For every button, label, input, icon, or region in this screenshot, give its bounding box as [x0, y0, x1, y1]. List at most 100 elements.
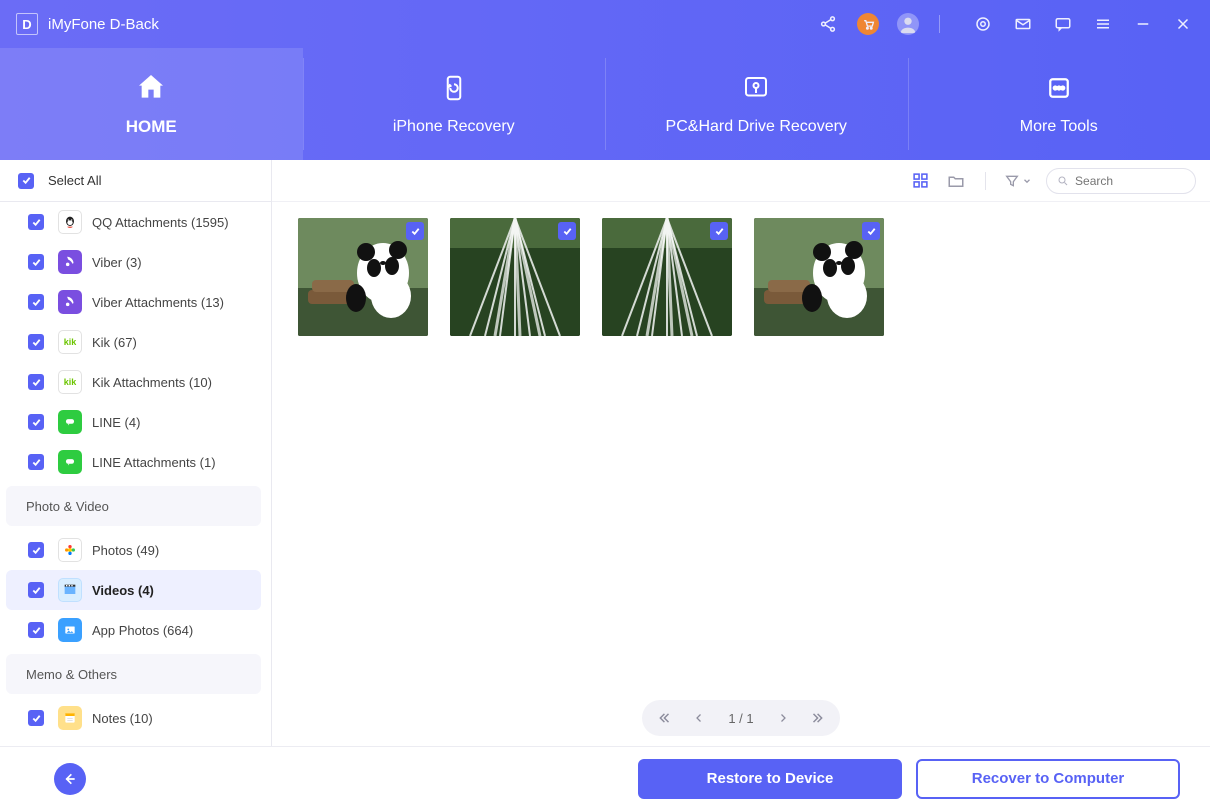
- sidebar-item-icon: kik: [58, 370, 82, 394]
- nav-tab-label: PC&Hard Drive Recovery: [666, 118, 847, 136]
- close-icon[interactable]: [1172, 13, 1194, 35]
- video-thumbnail[interactable]: [450, 218, 580, 336]
- avatar-icon[interactable]: [897, 13, 919, 35]
- sidebar-item-label: Kik (67): [92, 335, 137, 350]
- sidebar-item-videos[interactable]: Videos (4): [6, 570, 261, 610]
- nav-tabs: HOME iPhone Recovery PC&Hard Drive Recover…: [0, 48, 1210, 160]
- sidebar-item-label: Photos (49): [92, 543, 159, 558]
- app-title: iMyFone D-Back: [48, 16, 159, 33]
- search-input[interactable]: [1075, 174, 1185, 188]
- sidebar-item-checkbox[interactable]: [28, 374, 44, 390]
- sidebar-item-checkbox[interactable]: [28, 414, 44, 430]
- recover-to-computer-button[interactable]: Recover to Computer: [916, 759, 1180, 799]
- video-thumbnail[interactable]: [602, 218, 732, 336]
- filter-icon[interactable]: [1004, 173, 1032, 189]
- main-content: 1 / 1: [272, 160, 1210, 746]
- select-all-label: Select All: [48, 173, 101, 188]
- nav-tab-home[interactable]: HOME: [0, 48, 303, 160]
- sidebar-item-checkbox[interactable]: [28, 582, 44, 598]
- sidebar-item-label: Viber (3): [92, 255, 142, 270]
- sidebar-item-icon: [58, 618, 82, 642]
- sidebar-item-line-att[interactable]: LINE Attachments (1): [6, 442, 261, 482]
- sidebar-item-icon: [58, 450, 82, 474]
- app-window: D iMyFone D-Back HOMEiPh: [0, 0, 1210, 810]
- title-bar: D iMyFone D-Back: [0, 0, 1210, 48]
- share-icon[interactable]: [817, 13, 839, 35]
- phone-refresh-icon: [438, 72, 470, 104]
- sidebar-item-notes[interactable]: Notes (10): [6, 698, 261, 738]
- sidebar-item-checkbox[interactable]: [28, 254, 44, 270]
- page-indicator: 1 / 1: [720, 711, 761, 726]
- sidebar-item-icon: [58, 290, 82, 314]
- sidebar-item-label: Viber Attachments (13): [92, 295, 224, 310]
- sidebar-item-checkbox[interactable]: [28, 214, 44, 230]
- home-icon: [135, 71, 167, 103]
- sidebar-item-icon: [58, 410, 82, 434]
- sidebar-item-photos[interactable]: Photos (49): [6, 530, 261, 570]
- sidebar-item-line[interactable]: LINE (4): [6, 402, 261, 442]
- search-box[interactable]: [1046, 168, 1196, 194]
- sidebar-item-viber[interactable]: Viber (3): [6, 242, 261, 282]
- menu-icon[interactable]: [1092, 13, 1114, 35]
- chat-icon[interactable]: [1052, 13, 1074, 35]
- footer-bar: Restore to Device Recover to Computer: [0, 746, 1210, 810]
- video-thumbnail[interactable]: [754, 218, 884, 336]
- nav-tab-label: More Tools: [1020, 118, 1098, 136]
- sidebar-item-checkbox[interactable]: [28, 334, 44, 350]
- body-area: Select All QQ Attachments (1595) Viber (3…: [0, 160, 1210, 746]
- pager: 1 / 1: [272, 690, 1210, 746]
- sidebar-item-notes-att[interactable]: Notes Attachments (17): [6, 738, 261, 746]
- sidebar-item-label: LINE (4): [92, 415, 140, 430]
- sidebar-item-kik[interactable]: kik Kik (67): [6, 322, 261, 362]
- folder-view-icon[interactable]: [945, 170, 967, 192]
- page-last-icon[interactable]: [804, 705, 830, 731]
- sidebar-item-label: Videos (4): [92, 583, 154, 598]
- nav-tab-label: HOME: [126, 117, 177, 137]
- gear-icon[interactable]: [972, 13, 994, 35]
- page-first-icon[interactable]: [652, 705, 678, 731]
- sidebar-item-checkbox[interactable]: [28, 294, 44, 310]
- thumbnail-grid: [272, 202, 1210, 690]
- select-all-row[interactable]: Select All: [0, 160, 271, 202]
- nav-tab-pc[interactable]: PC&Hard Drive Recovery: [605, 48, 908, 160]
- sidebar-item-kik-att[interactable]: kik Kik Attachments (10): [6, 362, 261, 402]
- thumbnail-checkbox[interactable]: [862, 222, 880, 240]
- sidebar-item-label: Notes (10): [92, 711, 153, 726]
- sidebar-list[interactable]: QQ Attachments (1595) Viber (3) Viber Atta…: [0, 202, 271, 746]
- sidebar-item-icon: [58, 210, 82, 234]
- sidebar: Select All QQ Attachments (1595) Viber (3…: [0, 160, 272, 746]
- sidebar-item-label: LINE Attachments (1): [92, 455, 216, 470]
- sidebar-item-icon: [58, 578, 82, 602]
- thumbnail-checkbox[interactable]: [710, 222, 728, 240]
- sidebar-item-viber-att[interactable]: Viber Attachments (13): [6, 282, 261, 322]
- page-next-icon[interactable]: [770, 705, 796, 731]
- select-all-checkbox[interactable]: [18, 173, 34, 189]
- cart-icon[interactable]: [857, 13, 879, 35]
- minimize-icon[interactable]: [1132, 13, 1154, 35]
- sidebar-item-checkbox[interactable]: [28, 710, 44, 726]
- drive-key-icon: [740, 72, 772, 104]
- restore-to-device-button[interactable]: Restore to Device: [638, 759, 902, 799]
- thumbnail-checkbox[interactable]: [558, 222, 576, 240]
- video-thumbnail[interactable]: [298, 218, 428, 336]
- sidebar-item-label: App Photos (664): [92, 623, 193, 638]
- sidebar-item-checkbox[interactable]: [28, 454, 44, 470]
- sidebar-item-app-photos[interactable]: App Photos (664): [6, 610, 261, 650]
- mail-icon[interactable]: [1012, 13, 1034, 35]
- sidebar-item-icon: [58, 706, 82, 730]
- search-icon: [1057, 174, 1069, 188]
- sidebar-item-checkbox[interactable]: [28, 622, 44, 638]
- sidebar-item-icon: kik: [58, 330, 82, 354]
- sidebar-group-gp-photo: Photo & Video: [6, 486, 261, 526]
- grid-view-icon[interactable]: [909, 170, 931, 192]
- back-button[interactable]: [54, 763, 86, 795]
- sidebar-group-gp-memo: Memo & Others: [6, 654, 261, 694]
- thumbnail-checkbox[interactable]: [406, 222, 424, 240]
- nav-tab-iphone[interactable]: iPhone Recovery: [303, 48, 606, 160]
- page-prev-icon[interactable]: [686, 705, 712, 731]
- sidebar-item-checkbox[interactable]: [28, 542, 44, 558]
- sidebar-item-label: Kik Attachments (10): [92, 375, 212, 390]
- nav-tab-more[interactable]: More Tools: [908, 48, 1210, 160]
- sidebar-item-qq-att[interactable]: QQ Attachments (1595): [6, 202, 261, 242]
- sidebar-item-icon: [58, 538, 82, 562]
